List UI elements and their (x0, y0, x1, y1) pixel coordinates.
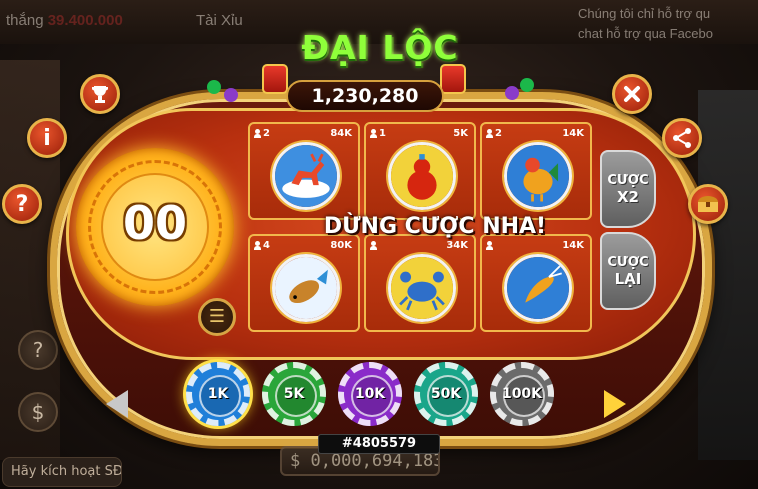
double-bet-label-1: CƯỢC (607, 173, 649, 188)
leaderboard-button[interactable] (80, 74, 120, 114)
background-game-name: Tài Xỉu (196, 12, 243, 29)
player-count: 2 (254, 128, 270, 139)
bet-cell-crab[interactable]: 34K (364, 234, 476, 332)
rebet-label-1: CƯỢC (607, 255, 649, 270)
chip-50k[interactable]: 50K (414, 362, 478, 426)
bet-cell-header: 2 14K (486, 126, 584, 140)
help-button[interactable]: ? (2, 184, 42, 224)
chip-1k[interactable]: 1K (186, 362, 250, 426)
player-count: 2 (486, 128, 502, 139)
bet-amount: 84K (330, 127, 352, 139)
bet-cell-header: 4 80K (254, 238, 352, 252)
treasure-chest-icon (698, 196, 718, 212)
bet-cell-gourd[interactable]: 1 5K (364, 122, 476, 220)
person-icon (486, 240, 493, 250)
bet-cell-header: 34K (370, 238, 468, 252)
session-id: #4805579 (318, 434, 440, 454)
close-button[interactable] (612, 74, 652, 114)
win-label: thắng (6, 12, 44, 29)
history-icon: ☰ (208, 306, 226, 327)
chip-5k[interactable]: 5K (262, 362, 326, 426)
activate-phone-button[interactable]: Hãy kích hoạt SĐT (2, 457, 122, 487)
bet-cell-deer[interactable]: 2 84K (248, 122, 360, 220)
person-icon (370, 240, 377, 250)
bet-amount: 5K (453, 127, 468, 139)
status-message: DỪNG CƯỢC NHA! (323, 214, 547, 239)
background-help-button[interactable]: ? (18, 330, 58, 370)
bet-cell-header: 14K (486, 238, 584, 252)
person-icon (254, 240, 261, 250)
jackpot-amount: 1,230,280 (286, 80, 444, 112)
rooster-icon (504, 142, 572, 210)
info-button[interactable]: i (27, 118, 67, 158)
trophy-icon (92, 86, 108, 103)
shrimp-icon (504, 254, 572, 322)
bet-cell-fish[interactable]: 4 80K (248, 234, 360, 332)
rebet-button[interactable]: CƯỢC LẠI (600, 232, 656, 310)
game-title: ĐẠI LỘC (285, 28, 475, 78)
deer-icon (272, 142, 340, 210)
countdown-timer: 00 (122, 196, 187, 250)
double-bet-button[interactable]: CƯỢC X2 (600, 150, 656, 228)
background-money-button[interactable]: $ (18, 392, 58, 432)
chips-prev-arrow[interactable] (106, 390, 128, 418)
bet-cell-rooster[interactable]: 2 14K (480, 122, 592, 220)
bet-cell-header: 1 5K (370, 126, 468, 140)
info-icon: i (43, 125, 51, 151)
double-bet-label-2: X2 (616, 188, 639, 206)
bet-amount: 14K (562, 239, 584, 251)
crab-icon (388, 254, 456, 322)
person-icon (254, 128, 261, 138)
game-title-text: ĐẠI LỘC (301, 28, 459, 67)
player-count: 1 (370, 128, 386, 139)
chips-next-arrow[interactable] (604, 390, 626, 418)
win-amount: 39.400.000 (47, 12, 123, 29)
bet-cell-shrimp[interactable]: 14K (480, 234, 592, 332)
chat-notice: Chúng tôi chỉ hỗ trợ qu chat hỗ trợ qua … (578, 6, 713, 41)
gem-icon (224, 88, 238, 102)
bet-amount: 34K (446, 239, 468, 251)
player-count: 4 (254, 240, 270, 251)
bet-amount: 14K (562, 127, 584, 139)
person-icon (370, 128, 377, 138)
gem-icon (207, 80, 221, 94)
rebet-label-2: LẠI (614, 270, 642, 288)
history-button[interactable]: ☰ (198, 298, 236, 336)
share-icon (673, 128, 691, 148)
person-icon (486, 128, 493, 138)
close-icon (624, 86, 640, 102)
chip-100k[interactable]: 100K (490, 362, 554, 426)
bet-amount: 80K (330, 239, 352, 251)
question-icon: ? (15, 191, 29, 217)
gem-icon (505, 86, 519, 100)
fish-icon (272, 254, 340, 322)
share-button[interactable] (662, 118, 702, 158)
player-count (486, 240, 495, 250)
treasure-button[interactable] (688, 184, 728, 224)
bet-cell-header: 2 84K (254, 126, 352, 140)
gem-icon (520, 78, 534, 92)
player-count (370, 240, 379, 250)
background-win-info: thắng 39.400.000 (6, 12, 123, 29)
chip-10k[interactable]: 10K (338, 362, 402, 426)
gourd-icon (388, 142, 456, 210)
